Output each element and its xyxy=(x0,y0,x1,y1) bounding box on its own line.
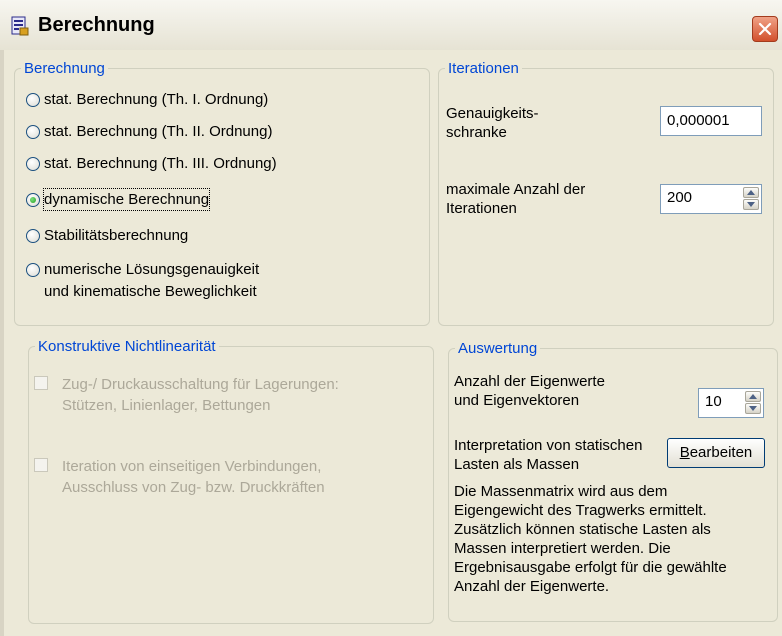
radio-th3[interactable]: stat. Berechnung (Th. III. Ordnung) xyxy=(26,155,277,174)
radio-label: stat. Berechnung (Th. III. Ordnung) xyxy=(44,155,277,172)
nichtlinearitaet-legend: Konstruktive Nichtlinearität xyxy=(38,338,216,355)
spin-down-button[interactable] xyxy=(745,403,761,414)
auswertung-description: Die Massenmatrix wird aus dem Eigengewic… xyxy=(454,483,727,595)
window-title: Berechnung xyxy=(38,14,155,36)
radio-label: stat. Berechnung (Th. I. Ordnung) xyxy=(44,91,269,108)
eigenwerte-spinner[interactable]: 10 xyxy=(698,388,764,418)
checkbox-box[interactable] xyxy=(34,376,48,390)
spinner-value[interactable]: 200 xyxy=(667,189,692,206)
chevron-down-icon xyxy=(749,406,757,411)
genauigkeit-input[interactable]: 0,000001 xyxy=(660,106,762,136)
iterationen-legend: Iterationen xyxy=(448,60,519,77)
radio-circle[interactable] xyxy=(26,263,40,277)
checkbox-einseitig[interactable]: Iteration von einseitigen Verbindungen, … xyxy=(34,456,325,498)
radio-label: dynamische Berechnung xyxy=(42,188,211,211)
checkbox-lagerungen[interactable]: Zug-/ Druckausschaltung für Lagerungen: … xyxy=(34,374,339,416)
app-icon xyxy=(11,16,29,36)
radio-dynamisch[interactable]: dynamische Berechnung xyxy=(26,188,211,211)
berechnung-legend: Berechnung xyxy=(24,60,105,77)
radio-label: stat. Berechnung (Th. II. Ordnung) xyxy=(44,123,273,140)
auswertung-legend: Auswertung xyxy=(458,340,538,357)
bearbeiten-access-key: B xyxy=(679,444,690,461)
spin-up-button[interactable] xyxy=(743,187,759,198)
spin-up-button[interactable] xyxy=(745,391,761,402)
max-iterationen-label: maximale Anzahl der Iterationen xyxy=(446,181,586,217)
close-button[interactable] xyxy=(752,16,778,42)
interpretation-label: Interpretation von statischen Lasten als… xyxy=(454,437,643,473)
spinner-value[interactable]: 10 xyxy=(705,393,722,410)
radio-circle-checked[interactable] xyxy=(26,193,40,207)
radio-circle[interactable] xyxy=(26,125,40,139)
close-icon xyxy=(758,22,772,36)
chevron-up-icon xyxy=(749,394,757,399)
radio-circle[interactable] xyxy=(26,229,40,243)
checkbox-box[interactable] xyxy=(34,458,48,472)
max-iterationen-spinner[interactable]: 200 xyxy=(660,184,762,214)
radio-label: numerische Lösungsgenauigkeit und kinema… xyxy=(44,261,260,300)
checkbox-label: Iteration von einseitigen Verbindungen, … xyxy=(62,458,325,496)
radio-circle[interactable] xyxy=(26,157,40,171)
window-left-border xyxy=(0,50,4,636)
radio-numerisch[interactable]: numerische Lösungsgenauigkeit und kinema… xyxy=(26,261,260,303)
eigenwerte-label: Anzahl der Eigenwerte und Eigenvektoren xyxy=(454,373,605,409)
chevron-down-icon xyxy=(747,202,755,207)
bearbeiten-label: earbeiten xyxy=(689,444,753,461)
checkbox-label: Zug-/ Druckausschaltung für Lagerungen: … xyxy=(62,376,339,414)
chevron-up-icon xyxy=(747,190,755,195)
radio-label: Stabilitätsberechnung xyxy=(44,227,189,244)
radio-th1[interactable]: stat. Berechnung (Th. I. Ordnung) xyxy=(26,91,269,110)
radio-th2[interactable]: stat. Berechnung (Th. II. Ordnung) xyxy=(26,123,273,142)
bearbeiten-button[interactable]: Bearbeiten xyxy=(667,438,765,468)
radio-circle[interactable] xyxy=(26,93,40,107)
genauigkeit-label: Genauigkeits- schranke xyxy=(446,105,539,141)
title-bar[interactable]: Berechnung xyxy=(0,0,782,51)
spin-down-button[interactable] xyxy=(743,199,759,210)
radio-stabilitaet[interactable]: Stabilitätsberechnung xyxy=(26,227,189,246)
